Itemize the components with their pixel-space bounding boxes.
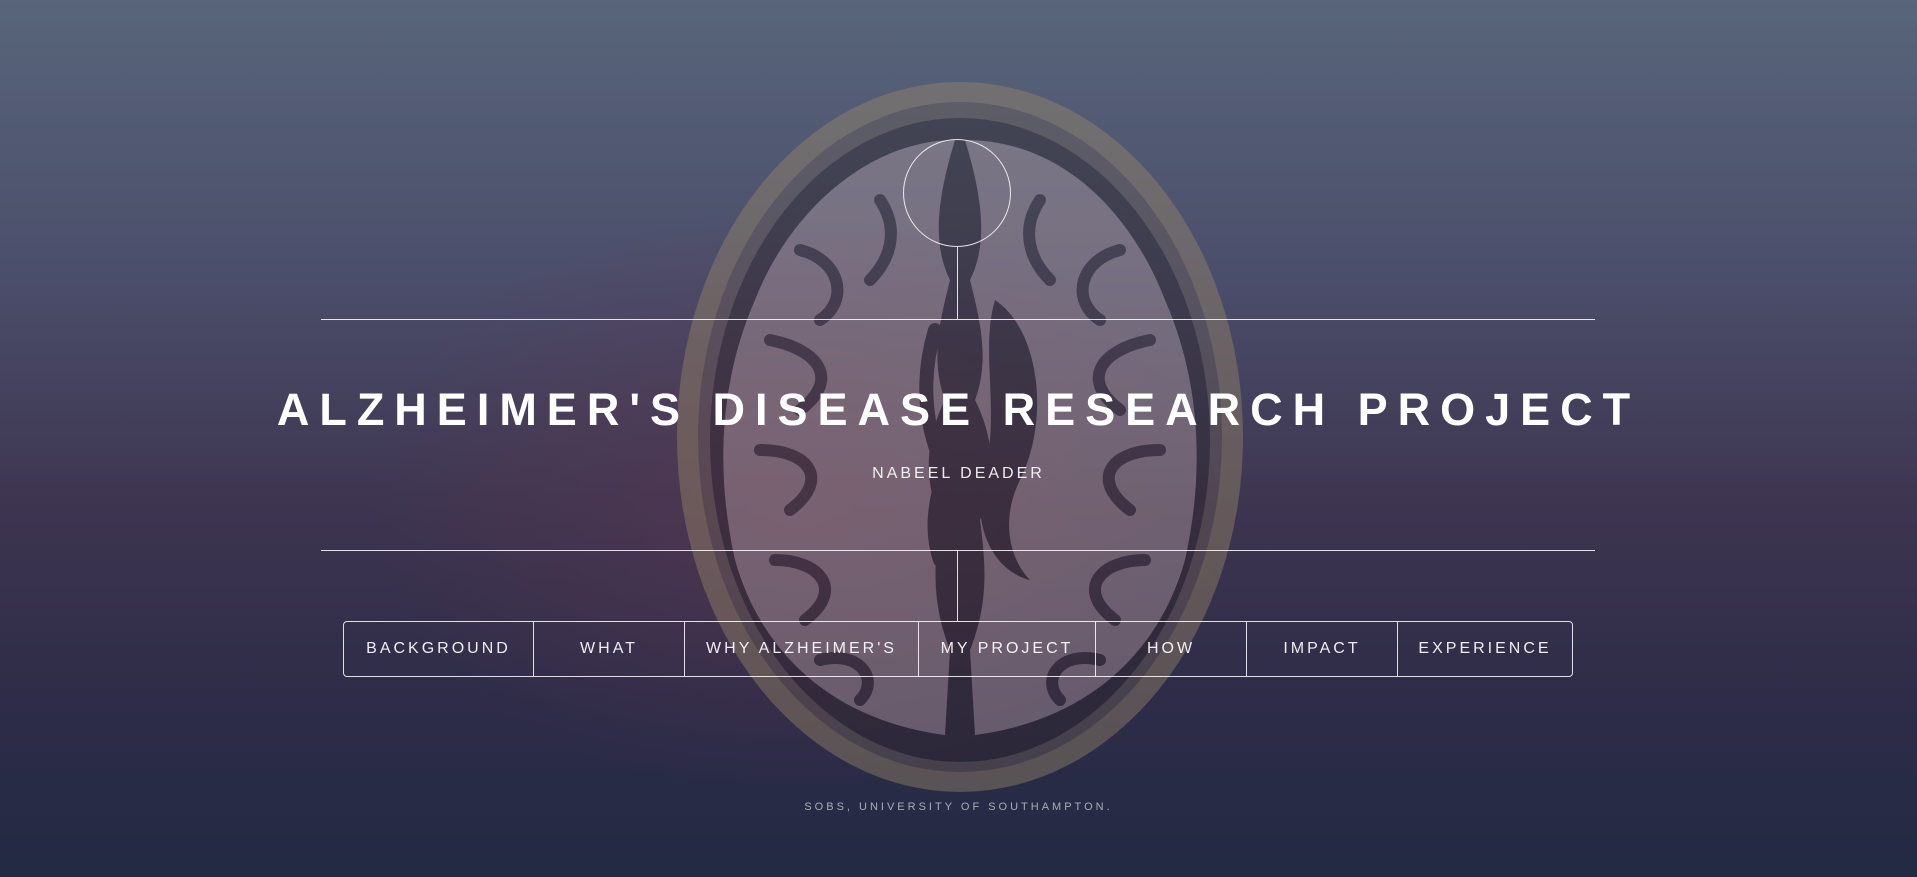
- footer-credit: SOBS, UNIVERSITY OF SOUTHAMPTON.: [804, 801, 1113, 813]
- author-name: NABEEL DEADER: [872, 465, 1045, 482]
- divider-bottom: [321, 550, 1595, 551]
- page-title: ALZHEIMER'S DISEASE RESEARCH PROJECT: [276, 384, 1641, 435]
- nav-item-what[interactable]: WHAT: [533, 622, 684, 676]
- connector-line-top: [957, 247, 958, 319]
- main-nav: BACKGROUND WHAT WHY ALZHEIMER'S MY PROJE…: [343, 621, 1573, 677]
- nav-item-background[interactable]: BACKGROUND: [344, 622, 533, 676]
- divider-top: [321, 319, 1595, 320]
- nav-item-experience[interactable]: EXPERIENCE: [1397, 622, 1572, 676]
- connector-line-bottom: [957, 550, 958, 621]
- circle-logo: [903, 139, 1011, 247]
- nav-item-how[interactable]: HOW: [1095, 622, 1246, 676]
- nav-item-why-alzheimers[interactable]: WHY ALZHEIMER'S: [684, 622, 918, 676]
- nav-item-impact[interactable]: IMPACT: [1246, 622, 1397, 676]
- nav-item-my-project[interactable]: MY PROJECT: [918, 622, 1095, 676]
